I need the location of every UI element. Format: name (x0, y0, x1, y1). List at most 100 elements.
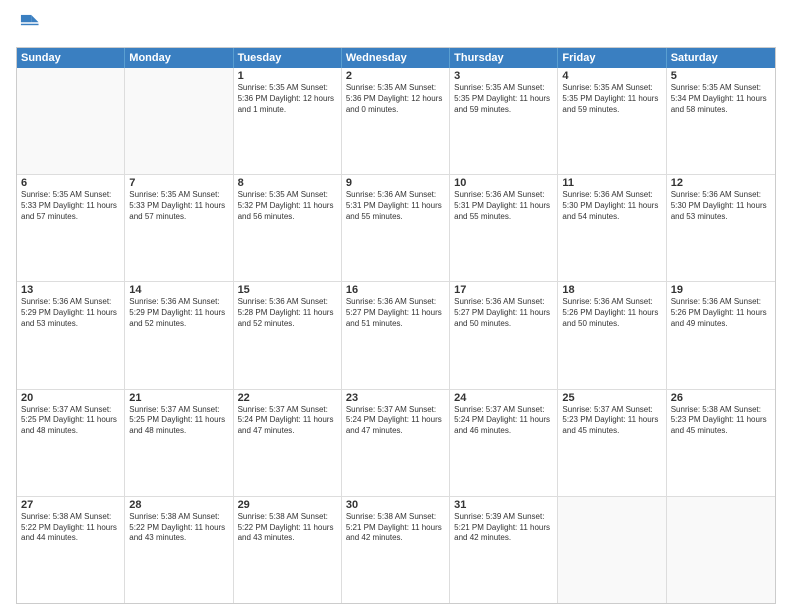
cell-info: Sunrise: 5:36 AM Sunset: 5:26 PM Dayligh… (562, 297, 661, 329)
weekday-header-tuesday: Tuesday (234, 48, 342, 68)
day-number: 6 (21, 177, 120, 189)
weekday-header-monday: Monday (125, 48, 233, 68)
day-number: 3 (454, 70, 553, 82)
calendar-cell-r3c6: 26Sunrise: 5:38 AM Sunset: 5:23 PM Dayli… (667, 390, 775, 496)
day-number: 18 (562, 284, 661, 296)
cell-info: Sunrise: 5:35 AM Sunset: 5:33 PM Dayligh… (129, 190, 228, 222)
cell-info: Sunrise: 5:38 AM Sunset: 5:22 PM Dayligh… (238, 512, 337, 544)
calendar-cell-r1c3: 9Sunrise: 5:36 AM Sunset: 5:31 PM Daylig… (342, 175, 450, 281)
day-number: 26 (671, 392, 771, 404)
cell-info: Sunrise: 5:35 AM Sunset: 5:35 PM Dayligh… (454, 83, 553, 115)
cell-info: Sunrise: 5:37 AM Sunset: 5:25 PM Dayligh… (21, 405, 120, 437)
cell-info: Sunrise: 5:37 AM Sunset: 5:24 PM Dayligh… (454, 405, 553, 437)
weekday-header-thursday: Thursday (450, 48, 558, 68)
calendar-cell-r2c4: 17Sunrise: 5:36 AM Sunset: 5:27 PM Dayli… (450, 282, 558, 388)
day-number: 11 (562, 177, 661, 189)
calendar-row-4: 27Sunrise: 5:38 AM Sunset: 5:22 PM Dayli… (17, 496, 775, 603)
day-number: 19 (671, 284, 771, 296)
calendar-cell-r0c2: 1Sunrise: 5:35 AM Sunset: 5:36 PM Daylig… (234, 68, 342, 174)
cell-info: Sunrise: 5:38 AM Sunset: 5:23 PM Dayligh… (671, 405, 771, 437)
calendar-cell-r4c3: 30Sunrise: 5:38 AM Sunset: 5:21 PM Dayli… (342, 497, 450, 603)
calendar-cell-r3c1: 21Sunrise: 5:37 AM Sunset: 5:25 PM Dayli… (125, 390, 233, 496)
calendar-cell-r1c6: 12Sunrise: 5:36 AM Sunset: 5:30 PM Dayli… (667, 175, 775, 281)
day-number: 25 (562, 392, 661, 404)
cell-info: Sunrise: 5:36 AM Sunset: 5:30 PM Dayligh… (671, 190, 771, 222)
day-number: 1 (238, 70, 337, 82)
cell-info: Sunrise: 5:35 AM Sunset: 5:34 PM Dayligh… (671, 83, 771, 115)
calendar-body: 1Sunrise: 5:35 AM Sunset: 5:36 PM Daylig… (17, 68, 775, 603)
calendar-cell-r0c6: 5Sunrise: 5:35 AM Sunset: 5:34 PM Daylig… (667, 68, 775, 174)
day-number: 30 (346, 499, 445, 511)
calendar-row-3: 20Sunrise: 5:37 AM Sunset: 5:25 PM Dayli… (17, 389, 775, 496)
day-number: 2 (346, 70, 445, 82)
day-number: 8 (238, 177, 337, 189)
weekday-header-saturday: Saturday (667, 48, 775, 68)
calendar-cell-r3c4: 24Sunrise: 5:37 AM Sunset: 5:24 PM Dayli… (450, 390, 558, 496)
calendar-cell-r3c5: 25Sunrise: 5:37 AM Sunset: 5:23 PM Dayli… (558, 390, 666, 496)
calendar-cell-r1c2: 8Sunrise: 5:35 AM Sunset: 5:32 PM Daylig… (234, 175, 342, 281)
cell-info: Sunrise: 5:36 AM Sunset: 5:30 PM Dayligh… (562, 190, 661, 222)
calendar-cell-r3c2: 22Sunrise: 5:37 AM Sunset: 5:24 PM Dayli… (234, 390, 342, 496)
calendar-cell-r0c3: 2Sunrise: 5:35 AM Sunset: 5:36 PM Daylig… (342, 68, 450, 174)
day-number: 27 (21, 499, 120, 511)
calendar-cell-r1c1: 7Sunrise: 5:35 AM Sunset: 5:33 PM Daylig… (125, 175, 233, 281)
calendar-header: SundayMondayTuesdayWednesdayThursdayFrid… (17, 48, 775, 68)
day-number: 29 (238, 499, 337, 511)
day-number: 7 (129, 177, 228, 189)
calendar-cell-r2c5: 18Sunrise: 5:36 AM Sunset: 5:26 PM Dayli… (558, 282, 666, 388)
calendar: SundayMondayTuesdayWednesdayThursdayFrid… (16, 47, 776, 604)
day-number: 9 (346, 177, 445, 189)
day-number: 21 (129, 392, 228, 404)
calendar-cell-r4c1: 28Sunrise: 5:38 AM Sunset: 5:22 PM Dayli… (125, 497, 233, 603)
cell-info: Sunrise: 5:36 AM Sunset: 5:29 PM Dayligh… (21, 297, 120, 329)
calendar-cell-r3c3: 23Sunrise: 5:37 AM Sunset: 5:24 PM Dayli… (342, 390, 450, 496)
page: SundayMondayTuesdayWednesdayThursdayFrid… (0, 0, 792, 612)
calendar-row-1: 6 Sunrise: 5:35 AM Sunset: 5:33 PM Daylig… (17, 174, 775, 281)
day-number: 17 (454, 284, 553, 296)
day-number: 20 (21, 392, 120, 404)
day-number: 16 (346, 284, 445, 296)
cell-info: Sunrise: 5:36 AM Sunset: 5:26 PM Dayligh… (671, 297, 771, 329)
cell-info: Sunrise: 5:36 AM Sunset: 5:28 PM Dayligh… (238, 297, 337, 329)
cell-info: Sunrise: 5:36 AM Sunset: 5:31 PM Dayligh… (454, 190, 553, 222)
cell-info: Sunrise: 5:37 AM Sunset: 5:23 PM Dayligh… (562, 405, 661, 437)
cell-info: Sunrise: 5:38 AM Sunset: 5:22 PM Dayligh… (21, 512, 120, 544)
cell-info: Sunrise: 5:36 AM Sunset: 5:27 PM Dayligh… (454, 297, 553, 329)
cell-info: Sunrise: 5:37 AM Sunset: 5:24 PM Dayligh… (238, 405, 337, 437)
cell-info: Sunrise: 5:38 AM Sunset: 5:21 PM Dayligh… (346, 512, 445, 544)
calendar-cell-r2c6: 19Sunrise: 5:36 AM Sunset: 5:26 PM Dayli… (667, 282, 775, 388)
cell-info: Sunrise: 5:38 AM Sunset: 5:22 PM Dayligh… (129, 512, 228, 544)
calendar-cell-r2c0: 13Sunrise: 5:36 AM Sunset: 5:29 PM Dayli… (17, 282, 125, 388)
cell-info: Sunrise: 5:35 AM Sunset: 5:36 PM Dayligh… (238, 83, 337, 115)
weekday-header-sunday: Sunday (17, 48, 125, 68)
day-number: 4 (562, 70, 661, 82)
day-number: 10 (454, 177, 553, 189)
cell-info: Sunrise: 5:36 AM Sunset: 5:27 PM Dayligh… (346, 297, 445, 329)
calendar-cell-r0c5: 4Sunrise: 5:35 AM Sunset: 5:35 PM Daylig… (558, 68, 666, 174)
day-number: 31 (454, 499, 553, 511)
header (16, 12, 776, 39)
cell-info: Sunrise: 5:37 AM Sunset: 5:25 PM Dayligh… (129, 405, 228, 437)
calendar-cell-r4c6 (667, 497, 775, 603)
cell-info: Sunrise: 5:35 AM Sunset: 5:35 PM Dayligh… (562, 83, 661, 115)
calendar-cell-r4c4: 31Sunrise: 5:39 AM Sunset: 5:21 PM Dayli… (450, 497, 558, 603)
cell-info: Sunrise: 5:35 AM Sunset: 5:32 PM Dayligh… (238, 190, 337, 222)
logo (16, 12, 42, 39)
calendar-cell-r2c2: 15Sunrise: 5:36 AM Sunset: 5:28 PM Dayli… (234, 282, 342, 388)
cell-info: Sunrise: 5:36 AM Sunset: 5:31 PM Dayligh… (346, 190, 445, 222)
logo-icon (18, 12, 40, 34)
cell-info: Sunrise: 5:37 AM Sunset: 5:24 PM Dayligh… (346, 405, 445, 437)
day-number: 24 (454, 392, 553, 404)
cell-info: Sunrise: 5:39 AM Sunset: 5:21 PM Dayligh… (454, 512, 553, 544)
day-number: 14 (129, 284, 228, 296)
day-number: 23 (346, 392, 445, 404)
day-number: 22 (238, 392, 337, 404)
day-number: 15 (238, 284, 337, 296)
calendar-cell-r4c5 (558, 497, 666, 603)
calendar-row-2: 13Sunrise: 5:36 AM Sunset: 5:29 PM Dayli… (17, 281, 775, 388)
calendar-cell-r1c0: 6Sunrise: 5:35 AM Sunset: 5:33 PM Daylig… (17, 175, 125, 281)
day-number: 12 (671, 177, 771, 189)
calendar-cell-r0c1 (125, 68, 233, 174)
day-number: 13 (21, 284, 120, 296)
calendar-cell-r4c0: 27Sunrise: 5:38 AM Sunset: 5:22 PM Dayli… (17, 497, 125, 603)
